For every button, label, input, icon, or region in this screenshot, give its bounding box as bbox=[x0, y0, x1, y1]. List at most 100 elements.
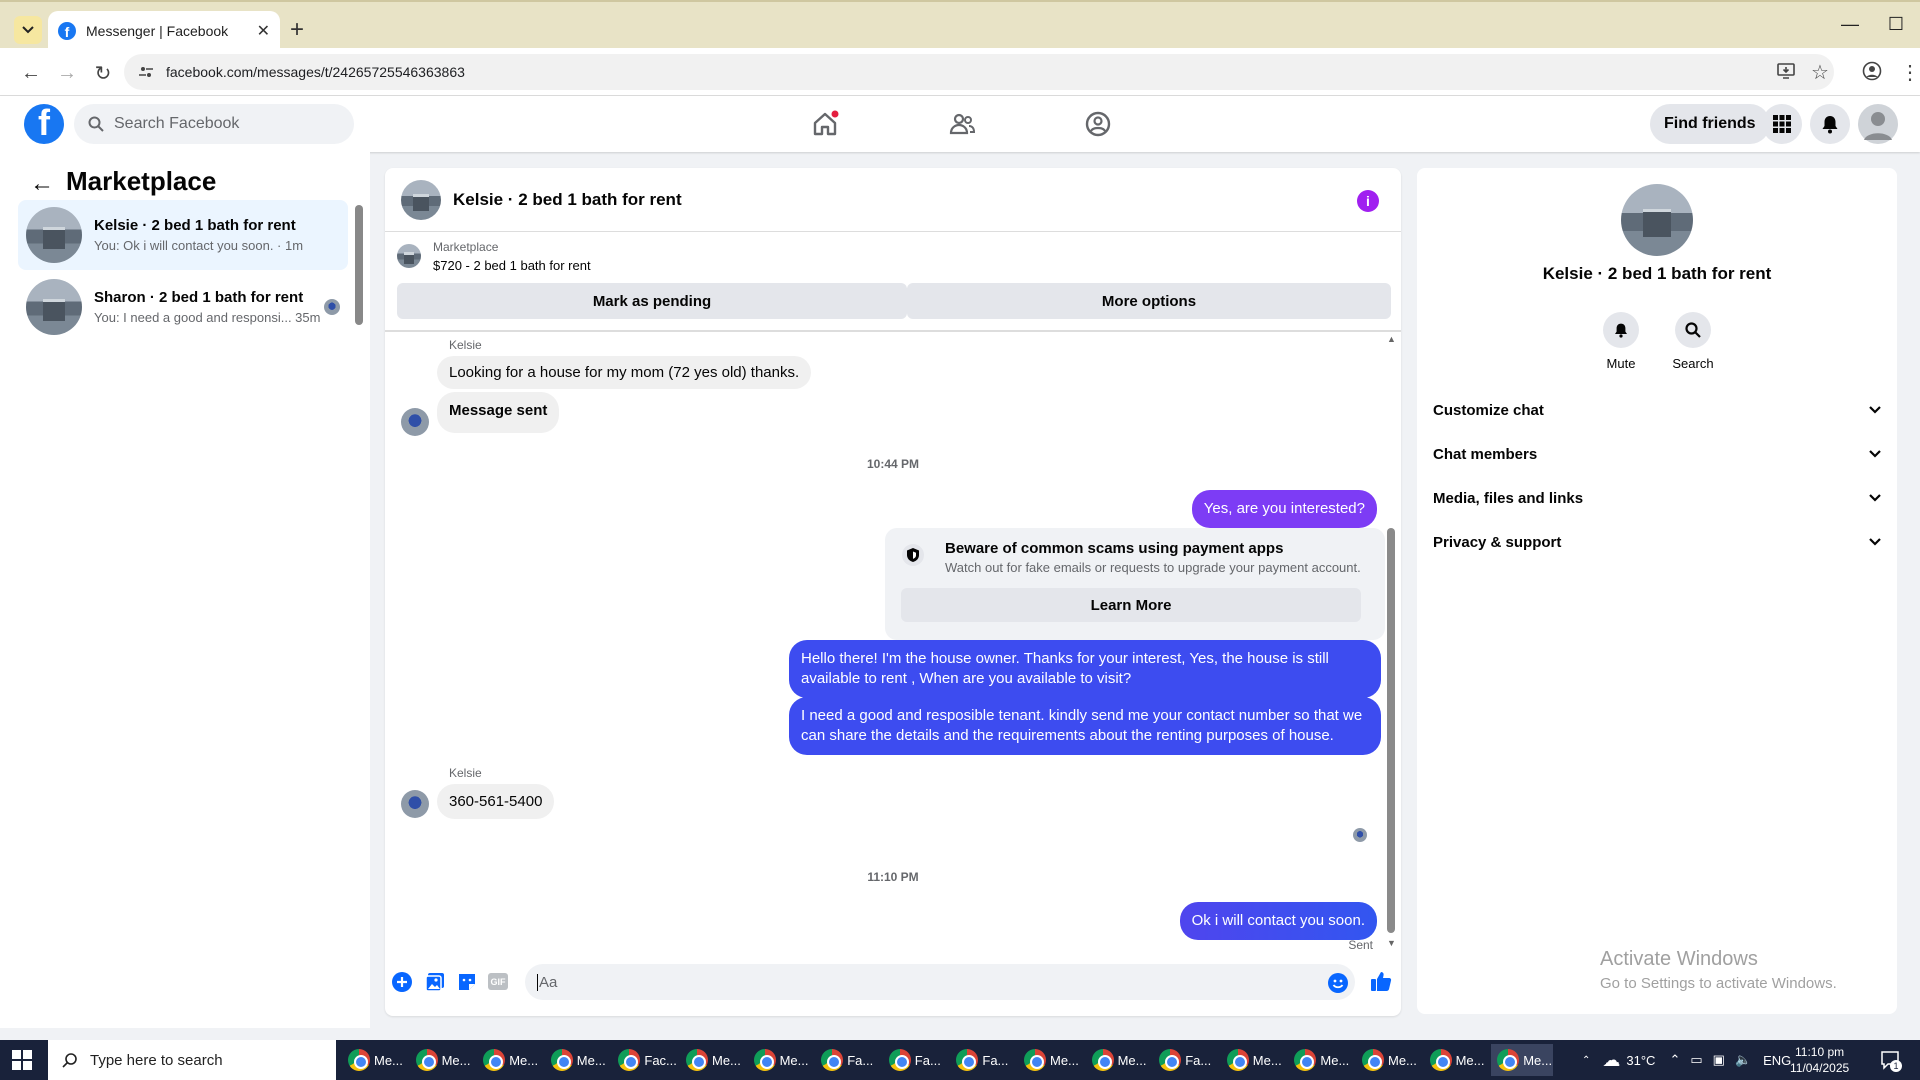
chevron-up-icon[interactable]: ⌃ bbox=[1669, 1052, 1680, 1068]
facebook-search-input[interactable]: Search Facebook bbox=[74, 104, 354, 144]
taskbar-chrome-app[interactable]: Fa... bbox=[1153, 1044, 1215, 1076]
taskbar-chrome-app[interactable]: Me... bbox=[1221, 1044, 1283, 1076]
incoming-message[interactable]: 360-561-5400 bbox=[437, 784, 555, 819]
contact-avatar[interactable] bbox=[401, 408, 429, 436]
browser-tab-active[interactable]: f Messenger | Facebook ✕ bbox=[48, 11, 280, 50]
taskbar-chrome-app[interactable]: Me... bbox=[545, 1044, 607, 1076]
message-input[interactable]: Aa bbox=[525, 964, 1355, 1000]
browser-menu-icon[interactable]: ⋮ bbox=[1900, 60, 1920, 85]
section-customize-chat[interactable]: Customize chat bbox=[1433, 392, 1881, 428]
battery-icon[interactable]: ▭ bbox=[1690, 1052, 1702, 1068]
tab-list-button[interactable] bbox=[14, 16, 42, 44]
conversation-preview: You: Ok i will contact you soon. · 1m bbox=[94, 238, 304, 253]
more-options-button[interactable]: More options bbox=[907, 283, 1391, 319]
profile-icon[interactable] bbox=[1862, 61, 1882, 81]
facebook-logo-icon[interactable]: f bbox=[24, 104, 64, 144]
taskbar-chrome-app[interactable]: Fa... bbox=[815, 1044, 877, 1076]
mark-as-pending-button[interactable]: Mark as pending bbox=[397, 283, 907, 319]
minimize-icon[interactable]: — bbox=[1830, 14, 1870, 35]
taskbar-chrome-app[interactable]: Me... bbox=[748, 1044, 810, 1076]
search-in-chat-button[interactable]: Search bbox=[1663, 312, 1723, 371]
contact-avatar[interactable] bbox=[401, 790, 429, 818]
chrome-icon bbox=[1497, 1049, 1520, 1071]
maximize-icon[interactable]: ☐ bbox=[1876, 14, 1916, 35]
nav-friends[interactable] bbox=[932, 104, 992, 144]
emoji-icon[interactable] bbox=[1328, 973, 1348, 993]
outgoing-message[interactable]: I need a good and resposible tenant. kin… bbox=[789, 697, 1381, 755]
conversation-item-kelsie[interactable]: Kelsie · 2 bed 1 bath for rent You: Ok i… bbox=[18, 200, 348, 270]
close-tab-icon[interactable]: ✕ bbox=[257, 21, 270, 41]
mute-button[interactable]: Mute bbox=[1591, 312, 1651, 371]
windows-start-icon[interactable] bbox=[12, 1050, 32, 1070]
scroll-up-arrow[interactable]: ▲ bbox=[1387, 334, 1396, 344]
new-tab-icon[interactable]: + bbox=[290, 16, 304, 44]
conversation-item-sharon[interactable]: Sharon · 2 bed 1 bath for rent You: I ne… bbox=[18, 272, 348, 342]
notifications-button[interactable] bbox=[1810, 104, 1850, 144]
incoming-message[interactable]: Message sent bbox=[437, 392, 560, 433]
notification-center-icon[interactable]: 1 bbox=[1880, 1050, 1902, 1072]
outgoing-message[interactable]: Ok i will contact you soon. bbox=[1179, 902, 1377, 940]
url-text[interactable]: facebook.com/messages/t/2426572554636386… bbox=[166, 64, 465, 80]
thumbs-up-icon[interactable] bbox=[1370, 970, 1392, 992]
find-friends-button[interactable]: Find friends bbox=[1650, 104, 1770, 144]
temperature[interactable]: 31°C bbox=[1626, 1053, 1655, 1068]
taskbar-chrome-app[interactable]: Me... bbox=[410, 1044, 472, 1076]
mute-label: Mute bbox=[1606, 356, 1636, 371]
site-settings-icon[interactable] bbox=[138, 64, 154, 80]
volume-icon[interactable]: 🔈 bbox=[1735, 1052, 1751, 1068]
taskbar-chrome-app[interactable]: Me... bbox=[1288, 1044, 1350, 1076]
taskbar-chrome-app[interactable]: Me... bbox=[1356, 1044, 1418, 1076]
gif-icon[interactable]: GIF bbox=[488, 973, 508, 990]
taskbar-chrome-app[interactable]: Fac... bbox=[612, 1044, 677, 1076]
back-arrow-icon[interactable]: ← bbox=[16, 58, 46, 88]
show-hidden-icons-icon[interactable]: ⌃ bbox=[1582, 1055, 1590, 1066]
listing-price-title[interactable]: $720 - 2 bed 1 bath for rent bbox=[433, 258, 591, 273]
taskbar-chrome-app[interactable]: Me... bbox=[342, 1044, 404, 1076]
outgoing-message[interactable]: Hello there! I'm the house owner. Thanks… bbox=[789, 640, 1381, 698]
install-app-icon[interactable] bbox=[1777, 62, 1795, 80]
sidebar-scrollbar[interactable] bbox=[355, 205, 363, 325]
address-bar[interactable]: facebook.com/messages/t/2426572554636386… bbox=[124, 54, 1834, 90]
taskbar-chrome-app[interactable]: Me... bbox=[1491, 1044, 1554, 1076]
plus-circle-icon[interactable] bbox=[392, 972, 412, 992]
account-avatar[interactable] bbox=[1858, 104, 1898, 144]
taskbar-chrome-app[interactable]: Me... bbox=[1018, 1044, 1080, 1076]
taskbar-chrome-app[interactable]: Fa... bbox=[883, 1044, 945, 1076]
reload-icon[interactable]: ↻ bbox=[88, 58, 118, 88]
chrome-icon bbox=[550, 1049, 573, 1071]
photo-icon[interactable] bbox=[425, 972, 445, 992]
nav-home[interactable] bbox=[795, 104, 855, 144]
back-arrow-icon[interactable]: ← bbox=[30, 170, 54, 198]
taskbar-app-label: Me... bbox=[712, 1052, 741, 1068]
taskbar-clock[interactable]: 11:10 pm 11/04/2025 bbox=[1790, 1044, 1849, 1076]
taskbar-app-label: Me... bbox=[779, 1052, 809, 1068]
chat-info-avatar[interactable] bbox=[1621, 184, 1693, 256]
chat-title[interactable]: Kelsie · 2 bed 1 bath for rent bbox=[453, 190, 682, 210]
network-icon[interactable]: ▣ bbox=[1713, 1052, 1725, 1068]
listing-thumbnail bbox=[26, 279, 82, 335]
taskbar-chrome-app[interactable]: Me... bbox=[1086, 1044, 1148, 1076]
taskbar-chrome-app[interactable]: Fa... bbox=[950, 1044, 1012, 1076]
learn-more-button[interactable]: Learn More bbox=[901, 588, 1361, 622]
weather-icon[interactable]: ☁ bbox=[1602, 1050, 1620, 1071]
section-privacy-support[interactable]: Privacy & support bbox=[1433, 524, 1881, 560]
menu-grid-button[interactable] bbox=[1762, 104, 1802, 144]
incoming-message[interactable]: Looking for a house for my mom (72 yes o… bbox=[437, 356, 812, 389]
section-media-files-links[interactable]: Media, files and links bbox=[1433, 480, 1881, 516]
taskbar-search-input[interactable]: Type here to search bbox=[48, 1040, 336, 1080]
taskbar-chrome-app[interactable]: Me... bbox=[477, 1044, 539, 1076]
chat-scrollbar[interactable] bbox=[1387, 528, 1395, 933]
outgoing-message[interactable]: Yes, are you interested? bbox=[1191, 490, 1377, 528]
taskbar-chrome-app[interactable]: Me... bbox=[680, 1044, 742, 1076]
bookmark-star-icon[interactable]: ☆ bbox=[1811, 60, 1829, 85]
chrome-icon bbox=[483, 1049, 506, 1071]
chat-avatar[interactable] bbox=[401, 179, 441, 220]
info-icon[interactable]: i bbox=[1357, 190, 1379, 212]
taskbar-chrome-app[interactable]: Me... bbox=[1424, 1044, 1486, 1076]
scroll-down-arrow[interactable]: ▼ bbox=[1387, 938, 1396, 948]
sticker-icon[interactable] bbox=[457, 972, 477, 992]
forward-arrow-icon[interactable]: → bbox=[52, 58, 82, 88]
language-indicator[interactable]: ENG bbox=[1763, 1053, 1791, 1068]
section-chat-members[interactable]: Chat members bbox=[1433, 436, 1881, 472]
nav-groups[interactable] bbox=[1068, 104, 1128, 144]
